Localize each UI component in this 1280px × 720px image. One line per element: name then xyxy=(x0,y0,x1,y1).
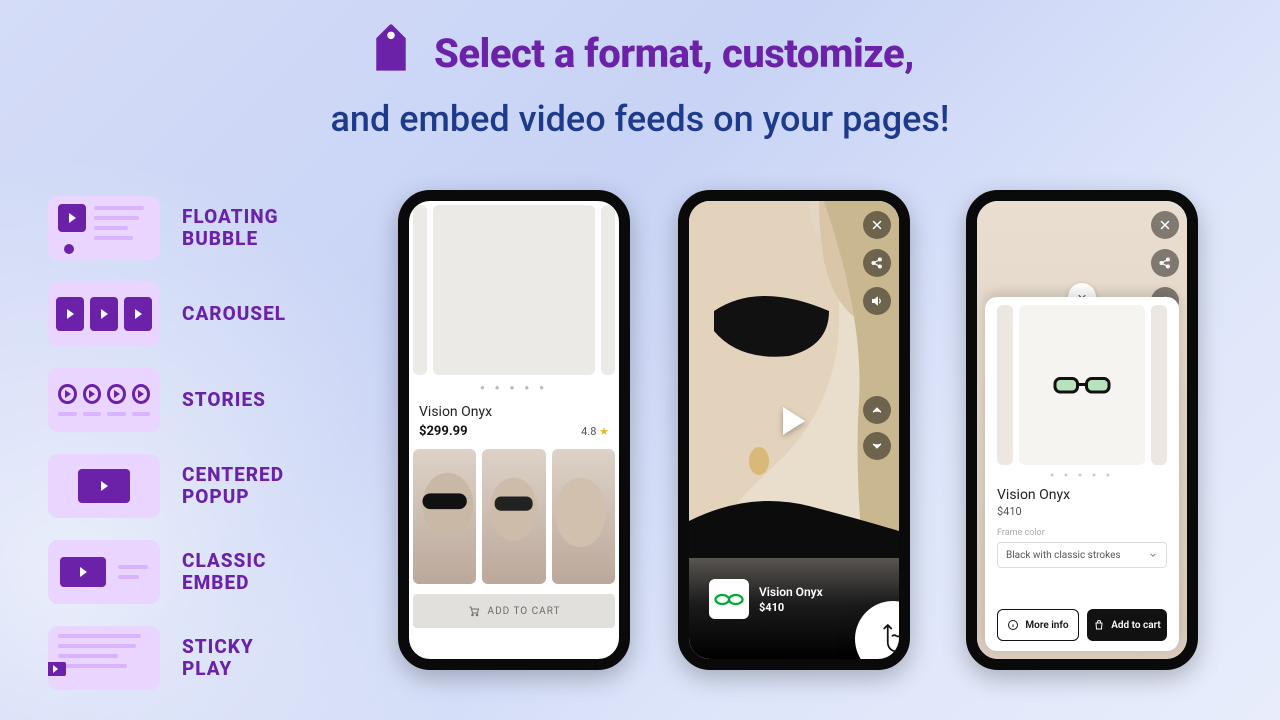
variant-select[interactable]: Black with classic strokes xyxy=(997,542,1167,568)
format-label: CAROUSEL xyxy=(182,303,286,325)
close-button[interactable] xyxy=(863,211,891,239)
headline-line1: Select a format, customize, xyxy=(434,30,914,77)
close-button[interactable] xyxy=(1151,211,1179,239)
video-thumbnail[interactable] xyxy=(552,449,615,584)
headline-line2: and embed video feeds on your pages! xyxy=(0,98,1280,140)
star-icon: ★ xyxy=(599,425,609,438)
format-floating-bubble[interactable]: FLOATING BUBBLE xyxy=(48,196,302,260)
format-carousel[interactable]: CAROUSEL xyxy=(48,282,302,346)
phone-preview-product-sheet: ● ● ● ● ● Vision Onyx $410 Frame color B… xyxy=(966,190,1198,670)
product-thumb xyxy=(709,579,749,619)
cart-icon xyxy=(468,605,480,617)
share-button[interactable] xyxy=(863,249,891,277)
info-icon xyxy=(1007,619,1019,631)
stories-icon xyxy=(48,368,160,432)
more-info-button[interactable]: More info xyxy=(997,609,1079,641)
product-rating: 4.8 ★ xyxy=(581,425,609,438)
add-to-cart-button[interactable]: Add to cart xyxy=(1087,609,1167,641)
format-label: CENTERED POPUP xyxy=(182,464,302,508)
mute-button[interactable] xyxy=(863,287,891,315)
variant-label: Frame color xyxy=(997,528,1167,538)
more-info-label: More info xyxy=(1025,620,1068,631)
format-label: FLOATING BUBBLE xyxy=(182,206,302,250)
format-centered-popup[interactable]: CENTERED POPUP xyxy=(48,454,302,518)
product-price: $299.99 xyxy=(419,424,468,439)
video-thumbnail[interactable] xyxy=(413,449,476,584)
share-button[interactable] xyxy=(1151,249,1179,277)
price-tag-icon xyxy=(356,18,427,89)
product-title: Vision Onyx xyxy=(997,487,1167,503)
format-label: STICKY PLAY xyxy=(182,636,282,680)
centered-popup-icon xyxy=(48,454,160,518)
image-carousel-dots: ● ● ● ● ● xyxy=(409,383,619,392)
phone-preview-product-page: ● ● ● ● ● Vision Onyx $299.99 4.8 ★ ADD … xyxy=(398,190,630,670)
add-to-cart-label: ADD TO CART xyxy=(488,606,561,617)
hero-image xyxy=(1019,305,1145,465)
bag-icon xyxy=(1093,619,1105,631)
format-classic-embed[interactable]: CLASSIC EMBED xyxy=(48,540,302,604)
add-to-cart-label: Add to cart xyxy=(1111,620,1161,631)
hero-dots: ● ● ● ● ● xyxy=(997,471,1167,479)
play-icon[interactable] xyxy=(783,407,805,435)
product-sheet: ● ● ● ● ● Vision Onyx $410 Frame color B… xyxy=(985,297,1179,651)
format-label: STORIES xyxy=(182,389,266,411)
product-title: Vision Onyx xyxy=(759,585,823,599)
product-price: $410 xyxy=(997,505,1167,518)
video-thumbnail[interactable] xyxy=(482,449,545,584)
floating-bubble-icon xyxy=(48,196,160,260)
prev-video-button[interactable] xyxy=(863,396,891,424)
next-video-button[interactable] xyxy=(863,432,891,460)
headline: Select a format, customize, and embed vi… xyxy=(0,28,1280,140)
chevron-down-icon xyxy=(1148,550,1158,560)
classic-embed-icon xyxy=(48,540,160,604)
video-thumbnail-row xyxy=(409,439,619,584)
format-list: FLOATING BUBBLE CAROUSEL STORIES CENTERE… xyxy=(48,196,302,690)
hero-prev[interactable] xyxy=(997,305,1013,465)
format-stories[interactable]: STORIES xyxy=(48,368,302,432)
format-sticky-play[interactable]: STICKY PLAY xyxy=(48,626,302,690)
product-title: Vision Onyx xyxy=(409,392,619,420)
variant-value: Black with classic strokes xyxy=(1006,550,1121,561)
carousel-icon xyxy=(48,282,160,346)
product-chip[interactable]: Vision Onyx $410 xyxy=(709,579,879,619)
sticky-play-icon xyxy=(48,626,160,690)
format-label: CLASSIC EMBED xyxy=(182,550,302,594)
product-price: $410 xyxy=(759,601,823,614)
hero-next[interactable] xyxy=(1151,305,1167,465)
phone-preview-video-player: Vision Onyx $410 xyxy=(678,190,910,670)
add-to-cart-button[interactable]: ADD TO CART xyxy=(413,594,615,628)
